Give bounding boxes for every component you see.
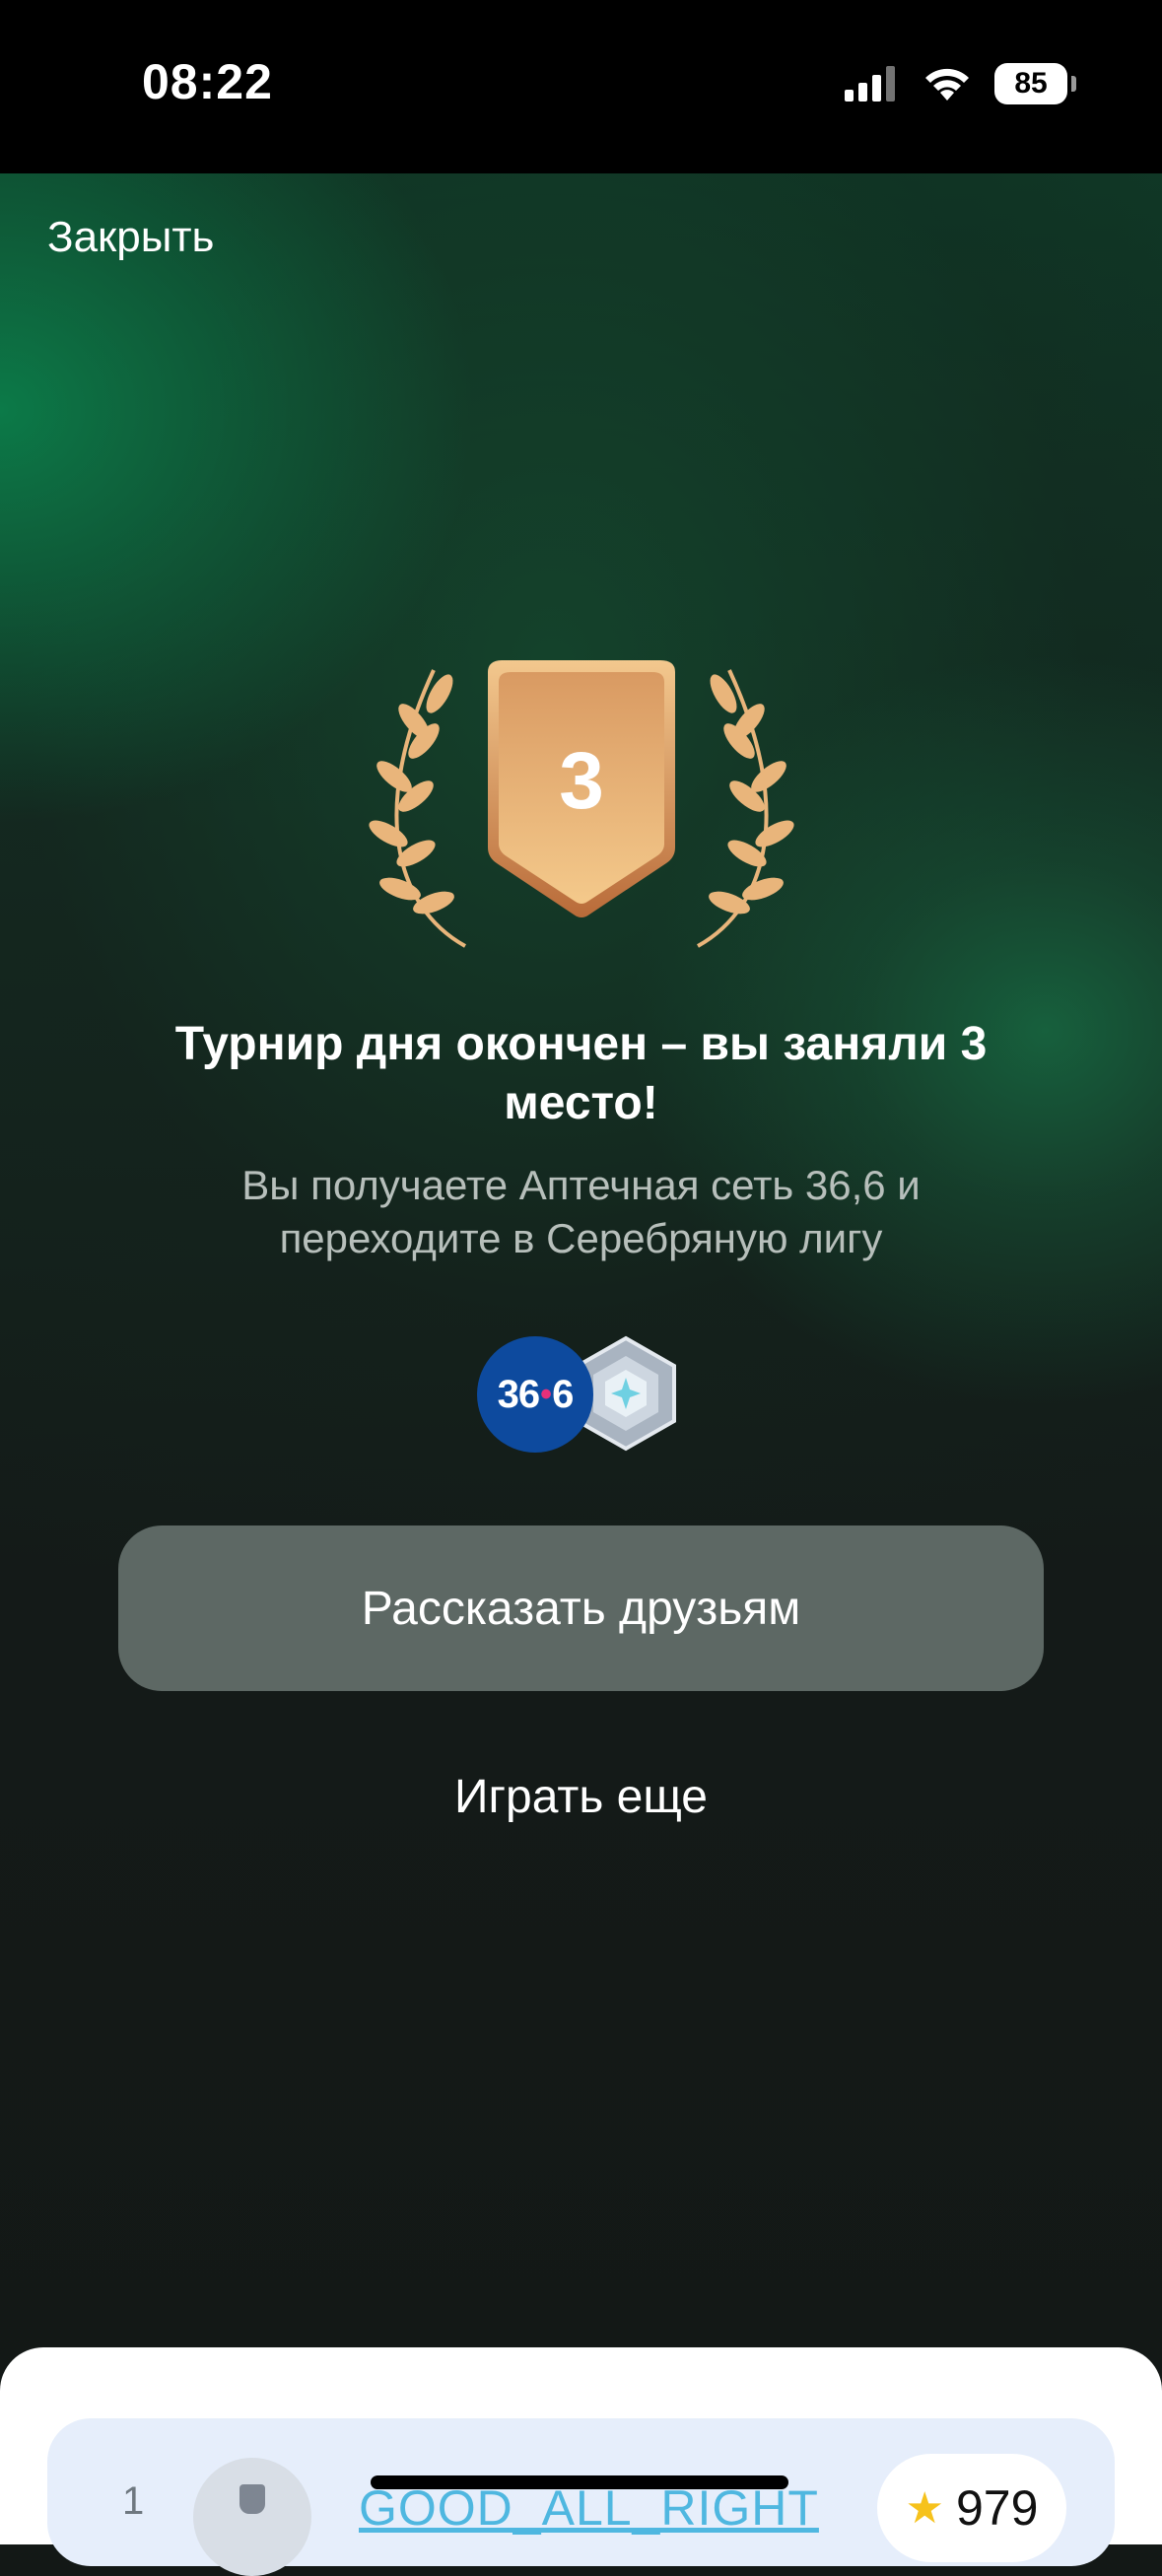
bronze-medal: 3 <box>369 660 794 948</box>
leaderboard-score: ★ 979 <box>877 2454 1066 2562</box>
laurel-right-icon <box>697 669 794 948</box>
reward-icons: 36 • 6 <box>477 1334 676 1453</box>
battery-level: 85 <box>1014 67 1048 100</box>
status-icons: 85 <box>845 63 1076 104</box>
status-bar: 08:22 85 <box>0 0 1162 173</box>
close-button[interactable]: Закрыть <box>47 213 214 262</box>
medal-place: 3 <box>559 736 604 826</box>
share-with-friends-button[interactable]: Рассказать друзьям <box>118 1525 1044 1691</box>
home-indicator <box>371 2475 788 2489</box>
wifi-icon <box>925 68 969 101</box>
leaderboard-row[interactable]: 1 GOOD_ALL_RIGHT ★ 979 <box>47 2418 1115 2576</box>
status-time: 08:22 <box>142 54 273 109</box>
result-title: Турнир дня окончен – вы заняли 3 место! <box>174 1018 988 1129</box>
leaderboard-score-value: 979 <box>956 2480 1039 2536</box>
battery-icon: 85 <box>994 63 1076 104</box>
leaderboard-sheet[interactable]: 1 GOOD_ALL_RIGHT ★ 979 <box>0 2347 1162 2576</box>
play-again-button[interactable]: Играть еще <box>335 1770 827 1824</box>
leaderboard-rank: 1 <box>122 2479 145 2523</box>
pharmacy-logo-icon: 36 • 6 <box>477 1336 593 1453</box>
star-icon: ★ <box>905 2483 944 2533</box>
laurel-left-icon <box>369 669 466 948</box>
avatar <box>193 2458 311 2576</box>
signal-icon <box>845 66 895 102</box>
result-subtitle: Вы получаете Аптечная сеть 36,6 и перехо… <box>241 1162 921 1261</box>
